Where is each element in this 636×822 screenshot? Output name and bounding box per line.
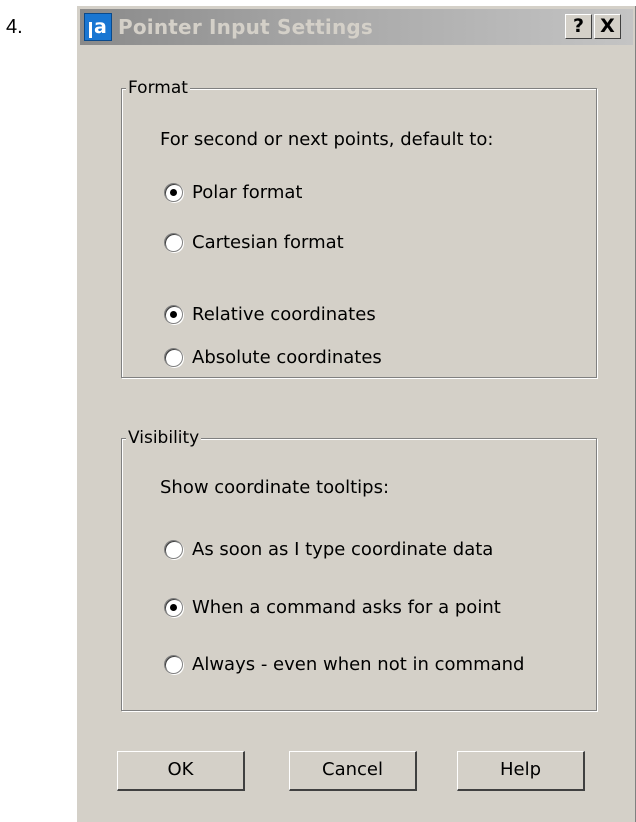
help-button[interactable]: Help — [457, 751, 585, 791]
radio-always[interactable]: Always - even when not in command — [164, 652, 524, 676]
visibility-groupbox: Visibility Show coordinate tooltips: As … — [121, 428, 597, 711]
radio-button[interactable] — [164, 232, 183, 252]
autocad-icon: a — [84, 13, 112, 41]
radio-when-command-asks[interactable]: When a command asks for a point — [164, 595, 501, 619]
cancel-button[interactable]: Cancel — [289, 751, 417, 791]
radio-label: Relative coordinates — [192, 303, 376, 325]
visibility-prompt: Show coordinate tooltips: — [160, 477, 390, 498]
radio-label: When a command asks for a point — [192, 596, 501, 618]
help-icon[interactable]: ? — [565, 14, 592, 39]
radio-absolute-coordinates[interactable]: Absolute coordinates — [164, 345, 382, 369]
radio-button[interactable] — [164, 182, 183, 202]
format-groupbox: Format For second or next points, defaul… — [121, 78, 597, 378]
title-bar[interactable]: a Pointer Input Settings ? X — [80, 9, 633, 45]
dialog-title: Pointer Input Settings — [118, 15, 374, 39]
radio-button[interactable] — [164, 597, 183, 617]
radio-label: Absolute coordinates — [192, 346, 382, 368]
radio-polar-format[interactable]: Polar format — [164, 180, 302, 204]
radio-label: Always - even when not in command — [192, 653, 525, 675]
step-number: 4. — [6, 16, 23, 38]
radio-button[interactable] — [164, 304, 183, 324]
format-group-label: Format — [126, 78, 190, 98]
radio-label: Polar format — [192, 181, 303, 203]
format-prompt: For second or next points, default to: — [160, 129, 494, 150]
pointer-input-settings-dialog: a Pointer Input Settings ? X Format For … — [76, 5, 636, 822]
radio-button[interactable] — [164, 347, 183, 367]
radio-label: As soon as I type coordinate data — [192, 538, 494, 560]
ok-button[interactable]: OK — [117, 751, 245, 791]
radio-label: Cartesian format — [192, 231, 344, 253]
close-icon[interactable]: X — [594, 14, 621, 39]
radio-cartesian-format[interactable]: Cartesian format — [164, 230, 344, 254]
radio-as-soon-as-i-type[interactable]: As soon as I type coordinate data — [164, 537, 493, 561]
radio-button[interactable] — [164, 539, 183, 559]
radio-button[interactable] — [164, 654, 183, 674]
visibility-group-label: Visibility — [126, 428, 202, 448]
radio-relative-coordinates[interactable]: Relative coordinates — [164, 302, 376, 326]
